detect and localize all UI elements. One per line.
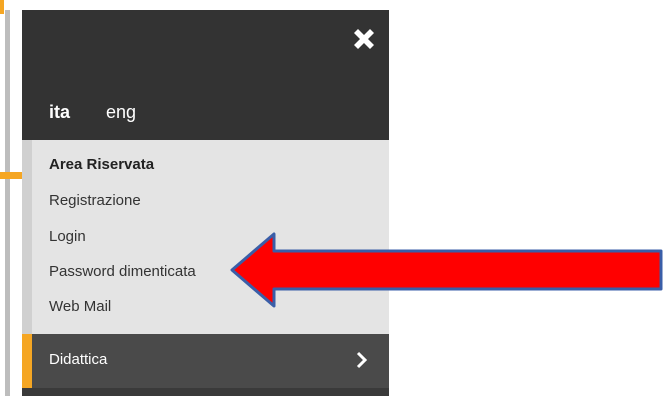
drawer-footer: Didattica xyxy=(22,334,389,396)
nav-item-label: Didattica xyxy=(49,351,108,368)
drawer-header: ita eng xyxy=(22,10,389,140)
chevron-right-icon xyxy=(356,351,368,369)
menu-left-border xyxy=(22,140,32,334)
scroll-shadow xyxy=(5,10,10,396)
nav-item-didattica[interactable]: Didattica xyxy=(22,334,389,388)
close-button[interactable] xyxy=(347,22,381,56)
page-background-strip xyxy=(0,0,22,396)
menu-item-password-dimenticata[interactable]: Password dimenticata xyxy=(49,263,196,280)
red-arrow-annotation xyxy=(230,232,663,308)
menu-item-web-mail[interactable]: Web Mail xyxy=(49,298,111,315)
active-accent-bar xyxy=(22,334,32,388)
language-ita[interactable]: ita xyxy=(49,102,70,123)
menu-item-registrazione[interactable]: Registrazione xyxy=(49,192,141,209)
menu-heading: Area Riservata xyxy=(49,156,155,173)
language-eng[interactable]: eng xyxy=(106,102,136,123)
accent-marker-top xyxy=(0,0,4,14)
menu-item-login[interactable]: Login xyxy=(49,228,86,245)
side-drawer: ita eng Area Riservata Registrazione Log… xyxy=(22,10,389,396)
accent-marker-mid xyxy=(0,172,22,179)
close-icon xyxy=(354,29,374,49)
